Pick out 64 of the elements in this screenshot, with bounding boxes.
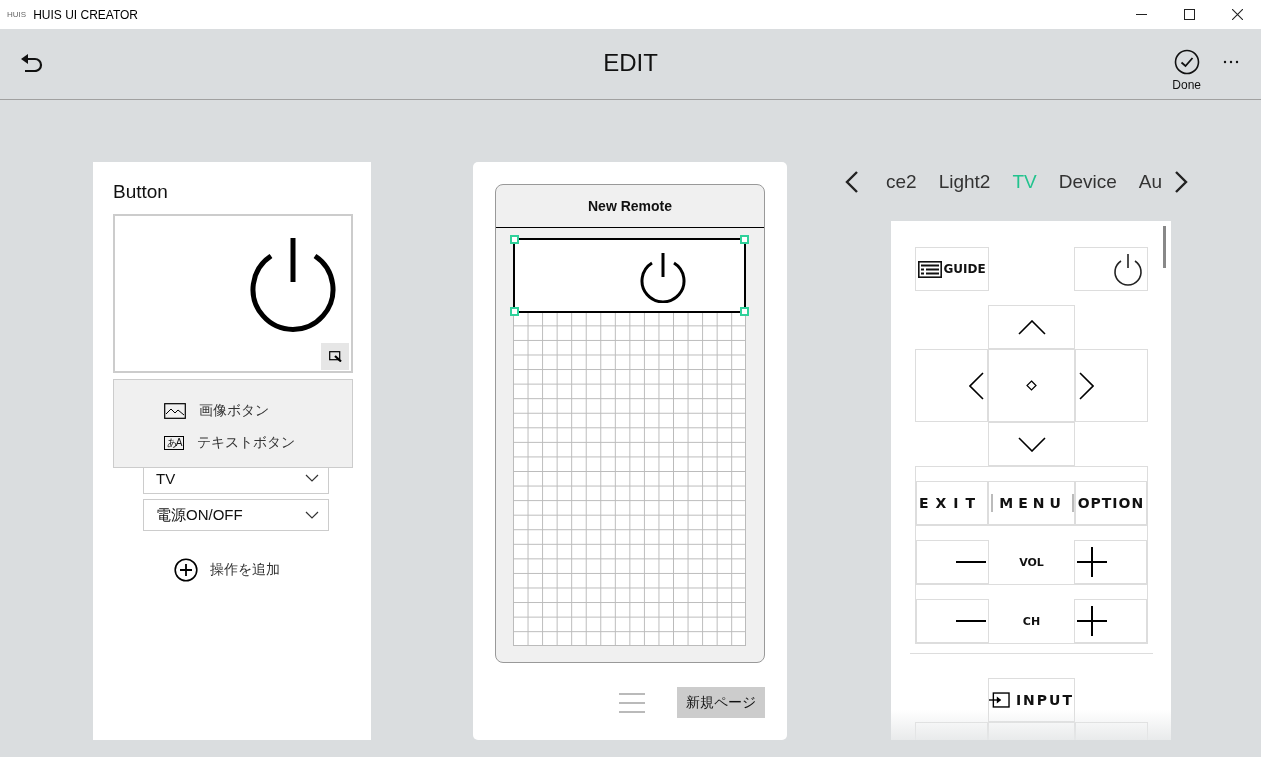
remote-button[interactable]: MENU xyxy=(988,481,1075,525)
guide-icon xyxy=(918,260,943,278)
input-button[interactable]: INPUT xyxy=(988,678,1075,722)
right-button[interactable] xyxy=(1074,349,1148,422)
window-title: HUIS UI CREATOR xyxy=(33,7,139,22)
power-icon xyxy=(1112,252,1144,286)
minus-icon xyxy=(955,561,986,563)
diamond-icon xyxy=(1026,380,1037,391)
close-icon[interactable] xyxy=(1232,9,1243,20)
menu-item[interactable]: 画像ボタン xyxy=(164,395,352,427)
plus-icon xyxy=(1077,547,1108,577)
add-action-button[interactable]: 操作を追加 xyxy=(174,558,280,582)
maximize-icon[interactable] xyxy=(1184,9,1195,20)
plus-icon xyxy=(1077,606,1108,636)
edit-image-icon xyxy=(328,351,342,362)
scrollbar-thumb[interactable] xyxy=(1163,226,1166,268)
device-tab[interactable]: Light2 xyxy=(938,171,991,193)
panel-title: Button xyxy=(113,181,169,203)
chevron-right-icon xyxy=(1078,371,1094,400)
resize-handle[interactable] xyxy=(740,307,749,316)
guide-button[interactable]: GUIDE xyxy=(915,247,989,291)
text-type-icon: あA xyxy=(164,436,184,450)
minus-icon xyxy=(955,620,986,622)
power-button[interactable] xyxy=(1074,247,1148,291)
device-tab[interactable]: Device xyxy=(1058,171,1117,193)
previous-icon[interactable] xyxy=(845,171,859,193)
input-icon xyxy=(989,691,1010,709)
down-button[interactable] xyxy=(988,422,1075,466)
plus-button[interactable] xyxy=(1074,599,1147,643)
remote-button[interactable]: EXIT xyxy=(916,481,989,525)
chevron-down-icon xyxy=(305,474,319,482)
check-icon xyxy=(1173,48,1200,75)
resize-handle[interactable] xyxy=(510,307,519,316)
minus-button[interactable] xyxy=(916,540,989,584)
minimize-icon[interactable] xyxy=(1136,14,1147,15)
ok-button[interactable] xyxy=(988,349,1075,422)
chevron-up-icon xyxy=(1017,319,1046,335)
change-type-button[interactable] xyxy=(321,343,349,370)
done-button[interactable]: Done xyxy=(1172,48,1201,92)
up-button[interactable] xyxy=(988,305,1075,349)
device-tab[interactable]: Au xyxy=(1138,171,1163,193)
new-page-button[interactable]: 新規ページ xyxy=(677,687,765,718)
chevron-left-icon xyxy=(969,371,985,400)
left-button[interactable] xyxy=(915,349,989,422)
plus-button[interactable] xyxy=(1074,540,1147,584)
remote-button[interactable]: OPTION xyxy=(1074,481,1147,525)
page-title: EDIT xyxy=(603,49,658,77)
plus-circle-icon xyxy=(174,558,198,582)
menu-icon[interactable] xyxy=(619,692,645,713)
picture-icon xyxy=(164,403,186,419)
device-tab[interactable]: ce2 xyxy=(886,171,917,193)
chevron-down-icon xyxy=(1017,436,1046,452)
menu-item[interactable]: あA テキストボタン xyxy=(164,427,352,459)
more-icon[interactable] xyxy=(1223,60,1239,64)
app-logo: HUIS xyxy=(7,10,27,19)
chevron-down-icon xyxy=(305,511,319,519)
resize-handle[interactable] xyxy=(510,235,519,244)
next-icon[interactable] xyxy=(1174,171,1188,193)
selected-button[interactable] xyxy=(513,238,746,313)
resize-handle[interactable] xyxy=(740,235,749,244)
dropdown[interactable]: 電源ON/OFF xyxy=(143,499,329,531)
back-icon[interactable] xyxy=(21,54,43,72)
remote-title: New Remote xyxy=(496,185,764,228)
minus-button[interactable] xyxy=(916,599,989,643)
